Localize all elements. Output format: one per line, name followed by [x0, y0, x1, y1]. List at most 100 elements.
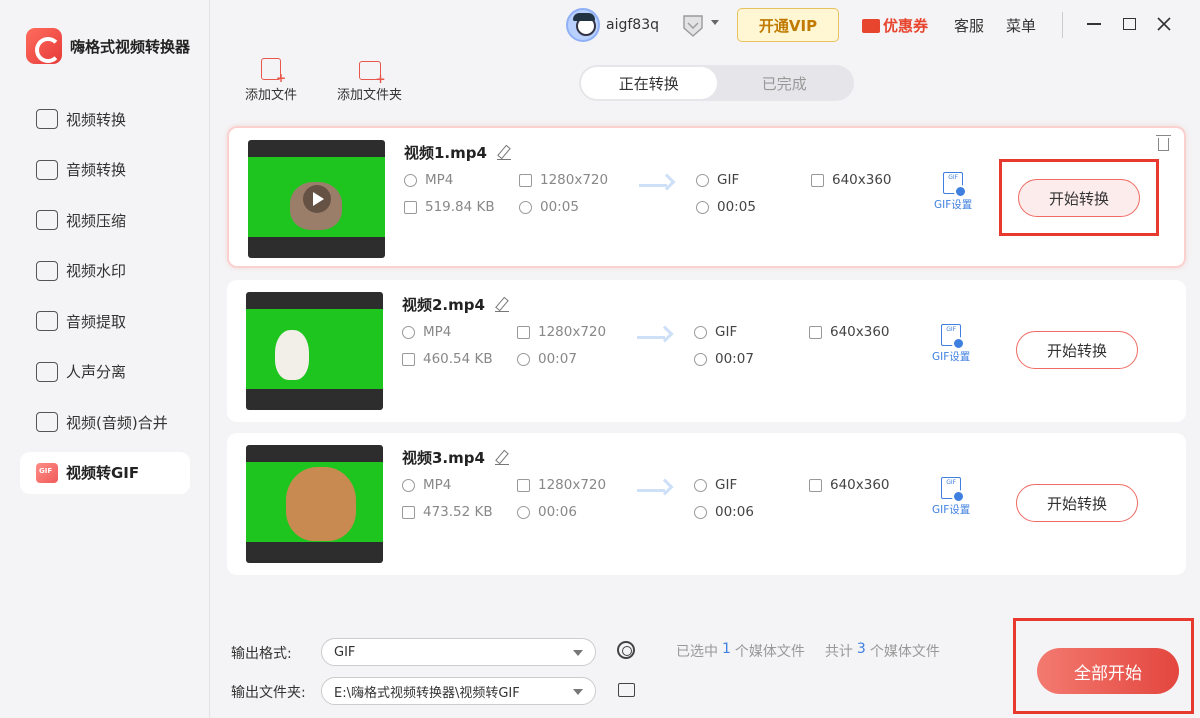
app-logo: 嗨格式视频转换器 [26, 28, 190, 64]
gif-settings-icon: GIF [941, 324, 966, 350]
resolution-icon [809, 325, 822, 339]
chevron-down-icon [573, 689, 583, 695]
gif-settings-button[interactable]: GIF GIF设置 [934, 172, 972, 212]
sidebar-item-voice-separate[interactable]: 人声分离 [20, 351, 190, 393]
chevron-down-icon[interactable] [711, 20, 719, 25]
sidebar-item-video-to-gif[interactable]: 视频转GIF [20, 451, 190, 494]
source-size: 519.84 KB [404, 199, 495, 215]
output-duration: 00:06 [694, 504, 754, 520]
format-icon [694, 478, 707, 492]
chevron-down-icon [573, 650, 583, 656]
source-format: MP4 [404, 172, 453, 188]
maximize-icon [1122, 18, 1136, 30]
output-format: GIF [696, 172, 739, 188]
avatar[interactable] [566, 8, 600, 42]
tab-completed[interactable]: 已完成 [717, 67, 853, 99]
add-file-button[interactable]: 添加文件 [245, 58, 297, 103]
edit-icon[interactable] [494, 451, 509, 465]
source-resolution: 1280x720 [519, 172, 608, 188]
clock-icon [696, 200, 709, 214]
audio-extract-icon [36, 311, 58, 331]
coupon-label: 优惠券 [883, 17, 929, 35]
gif-settings-button[interactable]: GIF GIF设置 [932, 477, 970, 517]
source-format: MP4 [402, 477, 451, 493]
source-duration: 00:06 [517, 504, 577, 520]
format-icon [402, 325, 415, 339]
source-size: 473.52 KB [402, 504, 493, 520]
source-resolution: 1280x720 [517, 324, 606, 340]
sidebar-item-video-convert[interactable]: 视频转换 [20, 98, 190, 140]
tab-converting[interactable]: 正在转换 [581, 67, 717, 99]
output-duration: 00:07 [694, 351, 754, 367]
arrow-right-icon [637, 325, 674, 343]
sidebar-item-audio-convert[interactable]: 音频转换 [20, 149, 190, 191]
output-format-label: 输出格式: [231, 646, 292, 662]
add-folder-label: 添加文件夹 [337, 88, 403, 103]
resolution-icon [811, 173, 824, 187]
add-file-icon [261, 58, 286, 85]
output-duration: 00:05 [696, 199, 756, 215]
add-file-label: 添加文件 [245, 88, 298, 103]
clock-icon [694, 352, 707, 366]
highlight-box [999, 159, 1159, 236]
voice-separate-icon [36, 361, 58, 382]
edit-icon[interactable] [496, 146, 511, 160]
member-badge-icon[interactable] [680, 14, 706, 38]
app-name: 嗨格式视频转换器 [70, 37, 191, 56]
format-icon [694, 325, 707, 339]
add-folder-button[interactable]: 添加文件夹 [337, 58, 402, 103]
source-format: MP4 [402, 324, 451, 340]
format-icon [404, 173, 417, 187]
username: aigf83q [606, 17, 659, 33]
output-resolution: 640x360 [809, 477, 890, 493]
settings-gear-icon[interactable] [617, 641, 635, 659]
open-folder-icon[interactable] [618, 683, 635, 697]
video-thumbnail [246, 292, 383, 410]
file-card[interactable]: 视频3.mp4 MP4 1280x720 473.52 KB 00:06 GIF… [227, 433, 1186, 575]
service-button[interactable]: 客服 [954, 15, 984, 36]
source-resolution: 1280x720 [517, 477, 606, 493]
minimize-button[interactable] [1082, 12, 1106, 36]
sidebar-item-label: 音频提取 [66, 312, 127, 331]
status-tabs: 正在转换 已完成 [579, 65, 854, 101]
output-resolution: 640x360 [809, 324, 890, 340]
gif-settings-icon: GIF [941, 477, 966, 503]
watermark-icon [36, 260, 58, 281]
sidebar-item-video-compress[interactable]: 视频压缩 [20, 199, 190, 241]
sidebar-item-watermark[interactable]: 视频水印 [20, 250, 190, 292]
gif-settings-icon: GIF [943, 172, 968, 198]
divider [1062, 12, 1063, 38]
close-button[interactable] [1152, 12, 1176, 36]
gif-icon [36, 462, 58, 483]
output-folder-select[interactable]: E:\嗨格式视频转换器\视频转GIF [321, 677, 596, 705]
user-account[interactable]: aigf83q [566, 8, 659, 42]
file-size-icon [402, 505, 415, 519]
delete-icon[interactable] [1156, 135, 1171, 151]
resolution-icon [517, 325, 530, 339]
play-icon[interactable] [303, 185, 331, 213]
arrow-right-icon [637, 478, 674, 496]
arrow-right-icon [639, 173, 676, 191]
start-convert-button[interactable]: 开始转换 [1016, 484, 1138, 522]
coupon-button[interactable]: 优惠券 [862, 15, 928, 36]
clock-icon [519, 200, 532, 214]
sidebar-item-merge[interactable]: 视频(音频)合并 [20, 401, 190, 443]
output-format-select[interactable]: GIF [321, 638, 596, 666]
output-folder-label: 输出文件夹: [231, 685, 306, 701]
clock-icon [694, 505, 707, 519]
source-size: 460.54 KB [402, 351, 493, 367]
menu-button[interactable]: 菜单 [1006, 15, 1036, 36]
app-logo-icon [26, 28, 62, 64]
clock-icon [517, 352, 530, 366]
vip-button[interactable]: 开通VIP [737, 8, 839, 42]
maximize-button[interactable] [1117, 12, 1141, 36]
edit-icon[interactable] [494, 298, 509, 312]
sidebar-item-label: 视频水印 [66, 262, 127, 280]
file-card[interactable]: 视频2.mp4 MP4 1280x720 460.54 KB 00:07 GIF… [227, 280, 1186, 422]
coupon-icon [862, 18, 880, 33]
sidebar-item-audio-extract[interactable]: 音频提取 [20, 300, 190, 342]
output-resolution: 640x360 [811, 172, 892, 188]
start-convert-button[interactable]: 开始转换 [1016, 331, 1138, 369]
merge-icon [36, 412, 58, 432]
gif-settings-button[interactable]: GIF GIF设置 [932, 324, 970, 364]
